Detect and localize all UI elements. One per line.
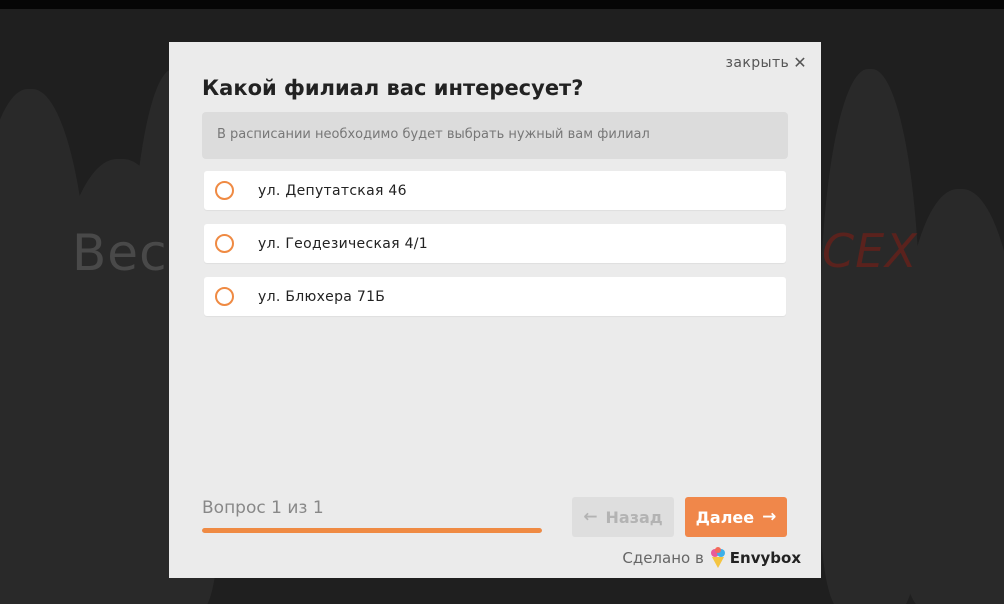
arrow-left-icon: ← [583,506,598,527]
close-icon: ✕ [793,53,807,72]
next-button[interactable]: Далее → [685,497,787,537]
option-label: ул. Геодезическая 4/1 [258,235,429,252]
option-item[interactable]: ул. Блюхера 71Б [204,277,786,316]
option-label: ул. Блюхера 71Б [258,288,386,305]
option-item[interactable]: ул. Депутатская 46 [204,171,786,210]
progress-fill [202,528,542,533]
ice-cream-icon [710,547,725,568]
radio-button[interactable] [215,234,234,253]
close-button[interactable]: закрыть ✕ [725,53,807,72]
made-by-label: Сделано в [622,549,704,567]
envybox-logo[interactable]: Envybox [710,547,801,569]
top-bar [0,0,1004,9]
option-item[interactable]: ул. Геодезическая 4/1 [204,224,786,263]
quiz-modal: закрыть ✕ Какой филиал вас интересует? В… [169,42,821,578]
progress-text: Вопрос 1 из 1 [202,498,324,518]
close-label: закрыть [725,55,790,71]
brand-name: Envybox [729,549,801,567]
arrow-right-icon: → [762,506,777,527]
back-label: Назад [605,507,663,527]
next-label: Далее [695,507,755,527]
option-label: ул. Депутатская 46 [258,182,407,199]
radio-button[interactable] [215,287,234,306]
progress-bar [202,528,542,533]
made-by[interactable]: Сделано в Envybox [622,547,801,569]
radio-button[interactable] [215,181,234,200]
question-hint: В расписании необходимо будет выбрать ну… [202,112,788,159]
back-button[interactable]: ← Назад [572,497,674,537]
question-title: Какой филиал вас интересует? [202,76,584,100]
